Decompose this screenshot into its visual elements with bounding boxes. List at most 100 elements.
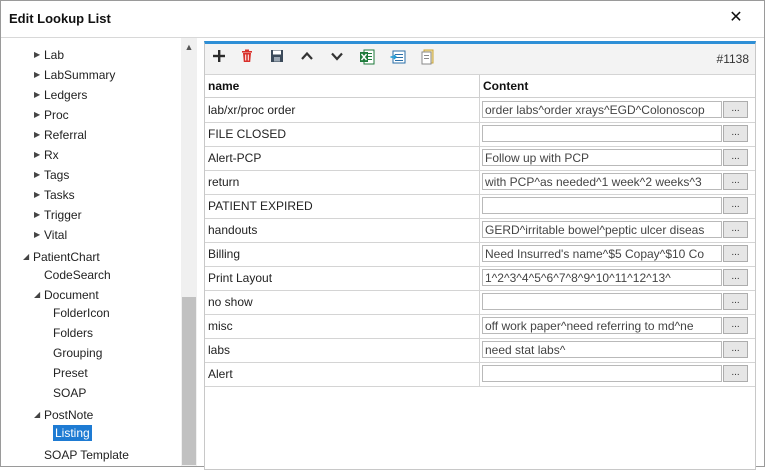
tree-item[interactable]: ▶ Rx xyxy=(34,144,59,164)
add-icon[interactable] xyxy=(209,49,229,69)
content-field[interactable] xyxy=(482,125,722,142)
notes-icon[interactable] xyxy=(418,49,438,69)
expand-arrow-icon[interactable]: ▶ xyxy=(34,65,44,85)
content-field[interactable]: GERD^irritable bowel^peptic ulcer diseas xyxy=(482,221,722,238)
content-field[interactable]: Need Insurred's name^$5 Copay^$10 Co xyxy=(482,245,722,262)
cell-divider xyxy=(479,290,480,314)
tree-item-label: FolderIcon xyxy=(53,305,110,320)
tree-item[interactable]: ◢ Document xyxy=(34,284,99,304)
edit-content-button[interactable]: ... xyxy=(723,365,748,382)
tree-item[interactable]: Folders xyxy=(53,322,93,342)
tree-item[interactable]: FolderIcon xyxy=(53,302,110,322)
table-row[interactable]: FILE CLOSED... xyxy=(205,122,755,147)
tree-item[interactable]: ◢ PatientChart xyxy=(23,246,100,266)
expand-arrow-icon[interactable]: ▶ xyxy=(34,225,44,245)
expand-arrow-icon[interactable]: ▶ xyxy=(34,45,44,65)
table-row[interactable]: return with PCP^as needed^1 week^2 weeks^… xyxy=(205,170,755,195)
import-icon[interactable] xyxy=(388,49,408,69)
tree-item[interactable]: ▶ Proc xyxy=(34,104,69,124)
content-field[interactable]: off work paper^need referring to md^ne xyxy=(482,317,722,334)
tree-item[interactable]: ▶ Lab xyxy=(34,44,64,64)
table-row[interactable]: PATIENT EXPIRED... xyxy=(205,194,755,219)
tree-item[interactable]: SOAP Template xyxy=(44,444,129,464)
tree-item[interactable]: ▶ LabSummary xyxy=(34,64,115,84)
table-row[interactable]: Alert... xyxy=(205,362,755,387)
expand-arrow-icon[interactable]: ▶ xyxy=(34,85,44,105)
content-field[interactable] xyxy=(482,197,722,214)
content-field[interactable] xyxy=(482,293,722,310)
edit-content-button[interactable]: ... xyxy=(723,317,748,334)
row-name[interactable]: Alert xyxy=(208,362,233,386)
export-excel-icon[interactable] xyxy=(357,49,377,69)
table-row[interactable]: labs need stat labs^... xyxy=(205,338,755,363)
edit-content-button[interactable]: ... xyxy=(723,269,748,286)
tree-item[interactable]: Grouping xyxy=(53,342,102,362)
content-field[interactable]: Follow up with PCP xyxy=(482,149,722,166)
collapse-arrow-icon[interactable]: ◢ xyxy=(23,247,33,267)
scroll-up-icon[interactable]: ▲ xyxy=(181,42,197,54)
table-row[interactable]: handouts GERD^irritable bowel^peptic ulce… xyxy=(205,218,755,243)
collapse-arrow-icon[interactable]: ◢ xyxy=(34,285,44,305)
edit-content-button[interactable]: ... xyxy=(723,341,748,358)
row-name[interactable]: no show xyxy=(208,290,253,314)
row-name[interactable]: FILE CLOSED xyxy=(208,122,286,146)
expand-arrow-icon[interactable]: ▶ xyxy=(34,185,44,205)
column-header-name[interactable]: name xyxy=(205,75,239,97)
tree-item[interactable]: Preset xyxy=(53,362,88,382)
content-field[interactable] xyxy=(482,365,722,382)
tree-item[interactable]: Listing xyxy=(53,422,92,442)
edit-content-button[interactable]: ... xyxy=(723,149,748,166)
tree-item-label: Vital xyxy=(44,227,68,242)
move-down-icon[interactable] xyxy=(327,49,347,69)
edit-content-button[interactable]: ... xyxy=(723,101,748,118)
move-up-icon[interactable] xyxy=(297,49,317,69)
tree-item[interactable]: ▶ Tags xyxy=(34,164,69,184)
row-name[interactable]: Alert-PCP xyxy=(208,146,261,170)
column-header-content[interactable]: Content xyxy=(480,75,528,97)
tree-item[interactable]: ◢ PostNote xyxy=(34,404,93,424)
row-name[interactable]: return xyxy=(208,170,239,194)
delete-icon[interactable] xyxy=(237,49,257,69)
content-field[interactable]: with PCP^as needed^1 week^2 weeks^3 xyxy=(482,173,722,190)
expand-arrow-icon[interactable]: ▶ xyxy=(34,165,44,185)
row-name[interactable]: misc xyxy=(208,314,233,338)
row-name[interactable]: handouts xyxy=(208,218,257,242)
row-name[interactable]: labs xyxy=(208,338,230,362)
collapse-arrow-icon[interactable]: ◢ xyxy=(34,405,44,425)
tree-item[interactable]: ▶ Referral xyxy=(34,124,87,144)
expand-arrow-icon[interactable]: ▶ xyxy=(34,145,44,165)
close-icon[interactable]: ✕ xyxy=(726,8,746,28)
tree-scrollbar[interactable]: ▲ xyxy=(181,38,197,466)
expand-arrow-icon[interactable]: ▶ xyxy=(34,125,44,145)
row-name[interactable]: lab/xr/proc order xyxy=(208,98,295,122)
scroll-thumb[interactable] xyxy=(182,297,196,465)
table-row[interactable]: no show... xyxy=(205,290,755,315)
row-name[interactable]: Print Layout xyxy=(208,266,272,290)
expand-arrow-icon[interactable]: ▶ xyxy=(34,205,44,225)
row-name[interactable]: Billing xyxy=(208,242,240,266)
edit-content-button[interactable]: ... xyxy=(723,173,748,190)
edit-content-button[interactable]: ... xyxy=(723,245,748,262)
tree-item-label: Preset xyxy=(53,365,88,380)
tree-item[interactable]: CodeSearch xyxy=(44,264,111,284)
edit-content-button[interactable]: ... xyxy=(723,197,748,214)
tree-item[interactable]: ▶ Vital xyxy=(34,224,67,244)
table-row[interactable]: Alert-PCP Follow up with PCP... xyxy=(205,146,755,171)
tree-item[interactable]: SOAP xyxy=(53,382,86,402)
content-field[interactable]: 1^2^3^4^5^6^7^8^9^10^11^12^13^ xyxy=(482,269,722,286)
row-name[interactable]: PATIENT EXPIRED xyxy=(208,194,313,218)
table-row[interactable]: Print Layout 1^2^3^4^5^6^7^8^9^10^11^12^1… xyxy=(205,266,755,291)
table-row[interactable]: lab/xr/proc order order labs^order xrays^… xyxy=(205,98,755,123)
table-row[interactable]: Billing Need Insurred's name^$5 Copay^$10… xyxy=(205,242,755,267)
edit-content-button[interactable]: ... xyxy=(723,125,748,142)
tree-item[interactable]: ▶ Trigger xyxy=(34,204,82,224)
save-icon[interactable] xyxy=(267,49,287,69)
expand-arrow-icon[interactable]: ▶ xyxy=(34,105,44,125)
edit-content-button[interactable]: ... xyxy=(723,293,748,310)
tree-item[interactable]: ▶ Tasks xyxy=(34,184,75,204)
content-field[interactable]: order labs^order xrays^EGD^Colonoscop xyxy=(482,101,722,118)
tree-item[interactable]: ▶ Ledgers xyxy=(34,84,87,104)
edit-content-button[interactable]: ... xyxy=(723,221,748,238)
content-field[interactable]: need stat labs^ xyxy=(482,341,722,358)
table-row[interactable]: misc off work paper^need referring to md^… xyxy=(205,314,755,339)
